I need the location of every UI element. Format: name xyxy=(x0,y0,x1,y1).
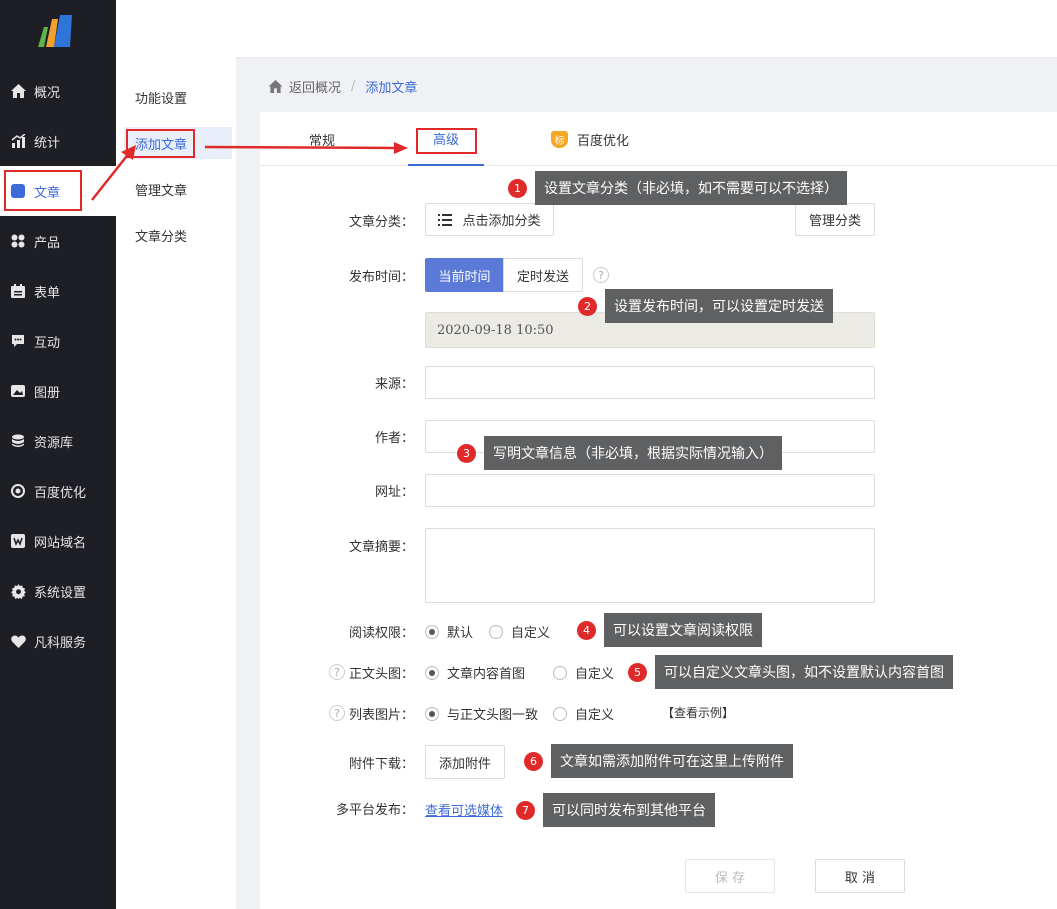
tip-number: 2 xyxy=(578,296,597,316)
tip-number: 5 xyxy=(628,662,647,682)
summary-textarea[interactable] xyxy=(425,528,875,603)
tip-number: 7 xyxy=(516,800,535,820)
url-input[interactable] xyxy=(425,474,875,507)
head-custom-radio[interactable]: 自定义 xyxy=(553,663,614,682)
radio-label: 默认 xyxy=(447,626,474,641)
url-label: 网址： xyxy=(374,485,414,500)
tip-number: 3 xyxy=(457,443,476,463)
publish-label: 发布时间： xyxy=(348,269,414,285)
tip-text: 文章如需添加附件可在这里上传附件 xyxy=(551,744,793,778)
tip-number: 1 xyxy=(508,178,527,198)
tip-4: 4 可以设置文章阅读权限 xyxy=(577,613,762,647)
source-label: 来源： xyxy=(374,377,414,392)
tip-7: 7 可以同时发布到其他平台 xyxy=(516,793,715,827)
summary-label: 文章摘要： xyxy=(348,539,414,555)
radio-dot xyxy=(425,665,439,680)
current-time-button[interactable]: 当前时间 xyxy=(425,258,504,292)
author-label: 作者： xyxy=(374,431,414,446)
add-category-label: 点击添加分类 xyxy=(462,214,541,229)
radio-dot xyxy=(425,624,439,639)
list-same-radio[interactable]: 与正文头图一致 xyxy=(425,704,538,723)
tip-number: 4 xyxy=(577,620,596,640)
attachment-label: 附件下载： xyxy=(348,756,414,772)
tip-2: 2 设置发布时间，可以设置定时发送 xyxy=(578,289,833,323)
radio-label: 与正文头图一致 xyxy=(447,708,539,723)
radio-dot xyxy=(425,706,439,721)
tip-text: 设置发布时间，可以设置定时发送 xyxy=(605,289,833,323)
radio-label: 自定义 xyxy=(575,708,615,723)
save-button[interactable]: 保 存 xyxy=(685,859,775,893)
radio-label: 自定义 xyxy=(511,626,551,641)
read-custom-radio[interactable]: 自定义 xyxy=(489,622,550,641)
tip-text: 可以设置文章阅读权限 xyxy=(604,613,762,647)
add-attachment-button[interactable]: 添加附件 xyxy=(425,745,505,779)
radio-label: 自定义 xyxy=(575,667,615,682)
head-image-help-icon[interactable]: ? xyxy=(329,664,345,680)
read-permission-label: 阅读权限： xyxy=(348,625,414,641)
radio-dot xyxy=(489,624,503,639)
list-custom-radio[interactable]: 自定义 xyxy=(553,704,614,723)
tip-1: 1 设置文章分类（非必填，如不需要可以不选择） xyxy=(508,171,847,205)
tip-text: 写明文章信息（非必填，根据实际情况输入） xyxy=(484,436,782,470)
source-input[interactable] xyxy=(425,366,875,399)
list-image-label: 列表图片： xyxy=(348,707,414,723)
help-icon[interactable]: ? xyxy=(593,267,609,283)
tip-3: 3 写明文章信息（非必填，根据实际情况输入） xyxy=(457,436,782,470)
tip-5: 5 可以自定义文章头图，如不设置默认内容首图 xyxy=(628,655,953,689)
timed-send-button[interactable]: 定时发送 xyxy=(503,258,583,292)
radio-dot xyxy=(553,706,567,721)
tip-text: 设置文章分类（非必填，如不需要可以不选择） xyxy=(535,171,847,205)
view-media-link[interactable]: 查看可选媒体 xyxy=(425,800,503,819)
list-icon xyxy=(438,213,453,226)
read-default-radio[interactable]: 默认 xyxy=(425,622,473,641)
radio-label: 文章内容首图 xyxy=(447,667,526,682)
tip-number: 6 xyxy=(524,751,543,771)
datetime-value: 2020-09-18 10:50 xyxy=(437,323,554,338)
manage-category-button[interactable]: 管理分类 xyxy=(795,203,875,236)
view-example-link[interactable]: 【查看示例】 xyxy=(662,704,734,721)
tip-6: 6 文章如需添加附件可在这里上传附件 xyxy=(524,744,793,778)
list-image-help-icon[interactable]: ? xyxy=(329,705,345,721)
tip-text: 可以同时发布到其他平台 xyxy=(543,793,715,827)
add-category-button[interactable]: 点击添加分类 xyxy=(425,203,554,236)
radio-dot xyxy=(553,665,567,680)
category-label: 文章分类： xyxy=(348,214,414,230)
head-image-label: 正文头图： xyxy=(348,666,414,682)
multi-platform-label: 多平台发布： xyxy=(335,802,414,818)
cancel-button[interactable]: 取 消 xyxy=(815,859,905,893)
head-first-image-radio[interactable]: 文章内容首图 xyxy=(425,663,525,682)
tip-text: 可以自定义文章头图，如不设置默认内容首图 xyxy=(655,655,953,689)
